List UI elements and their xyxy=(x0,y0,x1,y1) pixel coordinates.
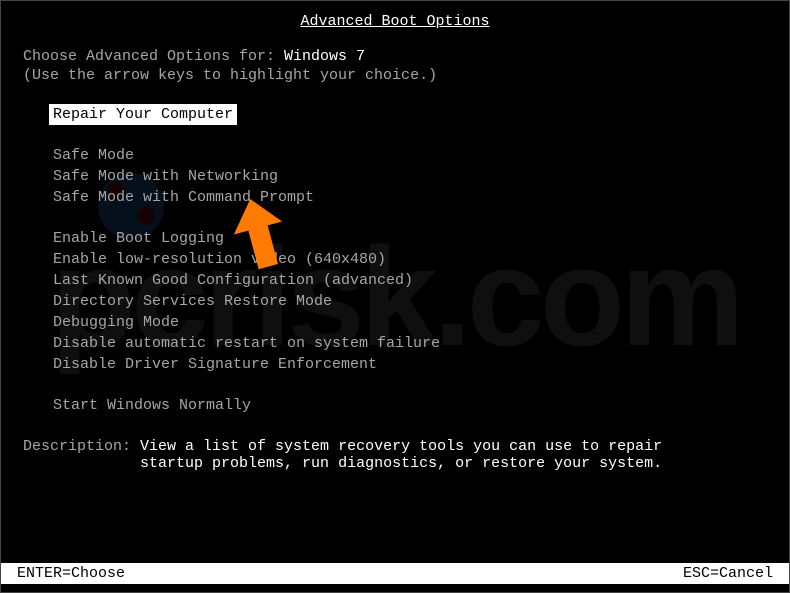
menu-item-last-known-good[interactable]: Last Known Good Configuration (advanced) xyxy=(53,270,767,291)
page-title: Advanced Boot Options xyxy=(1,1,789,48)
menu-item-boot-logging[interactable]: Enable Boot Logging xyxy=(53,228,767,249)
menu-item-start-normally[interactable]: Start Windows Normally xyxy=(53,395,767,416)
description-block: Description: View a list of system recov… xyxy=(23,438,767,472)
os-name: Windows 7 xyxy=(284,48,365,65)
description-label: Description: xyxy=(23,438,140,455)
menu-item-safe-mode[interactable]: Safe Mode xyxy=(53,145,767,166)
menu-item-debugging[interactable]: Debugging Mode xyxy=(53,312,767,333)
menu-item-low-res[interactable]: Enable low-resolution video (640x480) xyxy=(53,249,767,270)
prompt-line: Choose Advanced Options for: Windows 7 xyxy=(23,48,767,65)
menu-item-disable-driver-sig[interactable]: Disable Driver Signature Enforcement xyxy=(53,354,767,375)
menu-item-disable-auto-restart[interactable]: Disable automatic restart on system fail… xyxy=(53,333,767,354)
menu-item-safe-mode-networking[interactable]: Safe Mode with Networking xyxy=(53,166,767,187)
description-text-1: View a list of system recovery tools you… xyxy=(140,438,662,455)
footer-enter: ENTER=Choose xyxy=(17,563,125,584)
footer-esc: ESC=Cancel xyxy=(683,563,773,584)
boot-screen: Advanced Boot Options Choose Advanced Op… xyxy=(1,1,789,592)
instruction-line: (Use the arrow keys to highlight your ch… xyxy=(23,67,767,84)
menu-item-ds-restore[interactable]: Directory Services Restore Mode xyxy=(53,291,767,312)
menu-item-repair[interactable]: Repair Your Computer xyxy=(49,104,237,125)
menu-item-safe-mode-cmd[interactable]: Safe Mode with Command Prompt xyxy=(53,187,767,208)
prompt-prefix: Choose Advanced Options for: xyxy=(23,48,284,65)
description-text-2: startup problems, run diagnostics, or re… xyxy=(140,455,662,472)
footer-bar: ENTER=Choose ESC=Cancel xyxy=(1,563,789,584)
boot-menu: Repair Your Computer Safe Mode Safe Mode… xyxy=(23,104,767,416)
